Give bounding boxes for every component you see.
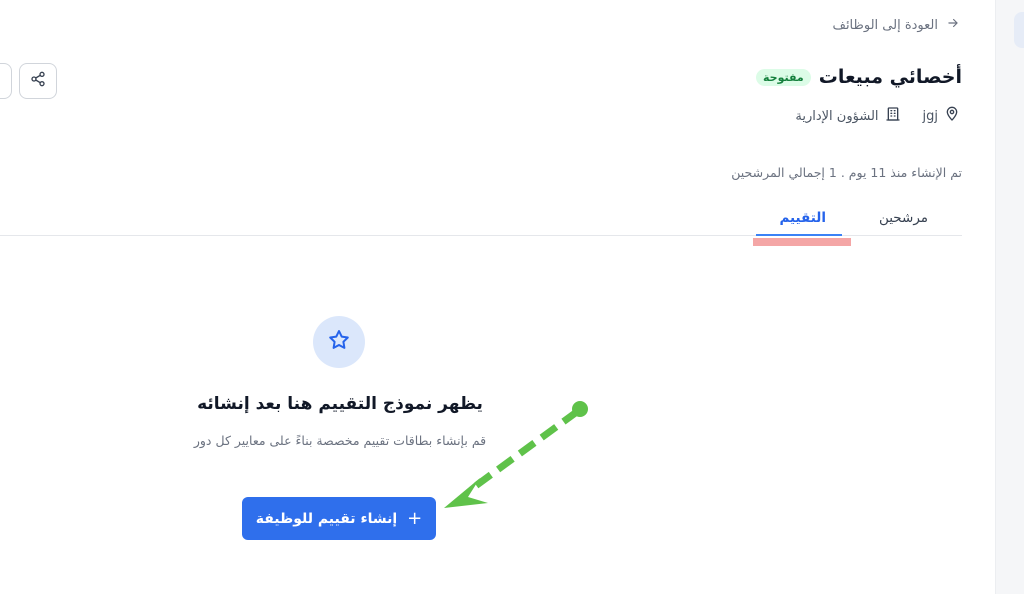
- create-evaluation-button[interactable]: + إنشاء تقييم للوظيفة: [242, 497, 436, 540]
- arrow-right-icon: [946, 16, 960, 34]
- create-evaluation-label: إنشاء تقييم للوظيفة: [255, 510, 398, 527]
- more-button[interactable]: [0, 63, 12, 99]
- building-icon: [885, 106, 901, 126]
- job-location: jgj: [922, 108, 938, 124]
- empty-state-icon-circle: [313, 316, 365, 368]
- star-icon: [327, 328, 351, 356]
- location-pin-icon: [944, 106, 960, 126]
- job-meta: jgj الشؤون الإدارية: [795, 106, 960, 126]
- active-tab-indicator: [756, 234, 842, 236]
- plus-icon: +: [407, 508, 423, 529]
- annotation-highlight: [753, 238, 851, 246]
- status-badge: مفتوحة: [756, 68, 811, 86]
- annotation-arrow: [444, 401, 588, 508]
- job-created-info: تم الإنشاء منذ 11 يوم . 1 إجمالي المرشحي…: [731, 165, 962, 180]
- share-button[interactable]: [19, 63, 57, 99]
- empty-state-description: قم بإنشاء بطاقات تقييم مخصصة بناءً على م…: [193, 433, 487, 448]
- job-tabs: مرشحين التقييم: [0, 200, 962, 236]
- job-title-row: أخصائي مبيعات مفتوحة: [756, 66, 962, 88]
- back-to-jobs-link[interactable]: العودة إلى الوظائف: [832, 16, 960, 34]
- job-department: الشؤون الإدارية: [795, 108, 879, 124]
- empty-state-title: يظهر نموذج التقييم هنا بعد إنشائه: [197, 394, 483, 414]
- right-side-panel: [995, 0, 1024, 594]
- side-panel-tab[interactable]: [1014, 12, 1024, 48]
- job-title: أخصائي مبيعات: [818, 66, 962, 88]
- tab-candidates[interactable]: مرشحين: [879, 210, 928, 226]
- tab-evaluation[interactable]: التقييم: [779, 210, 826, 226]
- back-link-label: العودة إلى الوظائف: [832, 17, 938, 33]
- share-icon: [30, 71, 46, 91]
